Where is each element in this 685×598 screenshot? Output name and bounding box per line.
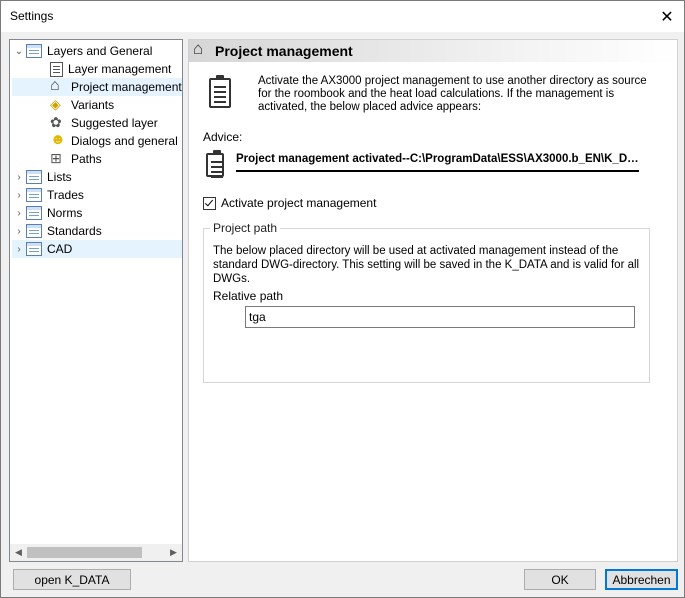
- close-button[interactable]: ✕: [650, 1, 684, 32]
- close-icon: ✕: [660, 8, 674, 26]
- list-icon: [26, 224, 42, 238]
- relative-path-label: Relative path: [213, 289, 284, 303]
- variants-icon: [50, 96, 66, 113]
- title-bar: Settings ✕: [1, 1, 684, 32]
- list-icon: [26, 188, 42, 202]
- activate-project-management-checkbox[interactable]: [203, 196, 216, 210]
- tree-item-standards[interactable]: › Standards: [12, 222, 102, 240]
- clipboard-icon: [209, 75, 231, 108]
- ok-button[interactable]: OK: [524, 569, 596, 590]
- tree-item-variants[interactable]: Variants: [50, 96, 114, 114]
- tree-item-label: Lists: [47, 170, 72, 184]
- checkbox-label[interactable]: Activate project management: [221, 196, 376, 210]
- tree-item-label: Dialogs and general: [71, 134, 178, 148]
- list-icon: [26, 170, 42, 184]
- collapse-arrow-icon[interactable]: ⌄: [12, 46, 26, 57]
- tree-item-suggested-layer[interactable]: Suggested layer: [50, 114, 158, 132]
- advice-underline: [236, 170, 639, 172]
- tree-item-layer-management[interactable]: Layer management: [50, 60, 171, 78]
- tree-item-label: Variants: [71, 98, 115, 112]
- window-title: Settings: [10, 9, 54, 23]
- tree-item-label: Paths: [71, 152, 102, 166]
- expand-arrow-icon[interactable]: ›: [12, 172, 26, 183]
- project-path-group: Project path The below placed directory …: [203, 221, 650, 383]
- document-icon: [50, 61, 63, 77]
- tree-item-label: CAD: [47, 242, 73, 256]
- house-icon: [50, 77, 66, 95]
- paths-icon: [50, 150, 66, 167]
- settings-window: Settings ✕ ⌄ Layers and General Layer ma…: [0, 0, 685, 598]
- scroll-left-icon[interactable]: ◀: [10, 544, 27, 561]
- relative-path-input[interactable]: [245, 306, 635, 328]
- tree-item-label: Trades: [47, 188, 84, 202]
- tree-item-project-management[interactable]: Project management: [12, 77, 182, 96]
- tree-item-trades[interactable]: › Trades: [12, 186, 84, 204]
- list-icon: [26, 44, 42, 58]
- panel-title: Project management: [215, 43, 353, 59]
- tree-item-label: Layers and General: [47, 44, 153, 58]
- tree-item-label: Suggested layer: [71, 116, 158, 130]
- scrollbar-thumb[interactable]: [27, 547, 142, 558]
- clipboard-icon: [206, 150, 224, 177]
- tree-item-lists[interactable]: › Lists: [12, 168, 72, 186]
- tree-item-label: Norms: [47, 206, 83, 220]
- group-title: Project path: [210, 221, 281, 235]
- tree-item-layers-and-general[interactable]: ⌄ Layers and General: [12, 42, 152, 60]
- tree-item-label: Project management: [71, 80, 182, 94]
- list-icon: [26, 206, 42, 220]
- tree-item-dialogs-and-general[interactable]: Dialogs and general: [50, 131, 178, 150]
- suggested-layer-icon: [50, 114, 66, 131]
- scroll-right-icon[interactable]: ▶: [165, 544, 182, 561]
- smiley-icon: [50, 131, 66, 148]
- expand-arrow-icon[interactable]: ›: [12, 208, 26, 219]
- advice-label: Advice:: [203, 130, 243, 144]
- expand-arrow-icon[interactable]: ›: [12, 190, 26, 201]
- list-icon: [26, 242, 42, 256]
- group-description: The below placed directory will be used …: [213, 245, 640, 285]
- house-icon: [193, 39, 209, 59]
- settings-tree[interactable]: ⌄ Layers and General Layer management Pr…: [9, 39, 183, 562]
- tree-item-norms[interactable]: › Norms: [12, 204, 82, 222]
- open-kdata-button[interactable]: open K_DATA: [13, 569, 131, 590]
- cancel-button[interactable]: Abbrechen: [605, 569, 678, 590]
- panel-header: Project management: [189, 39, 677, 62]
- settings-content-panel: Project management Activate the AX3000 p…: [188, 39, 678, 562]
- tree-item-paths[interactable]: Paths: [50, 150, 102, 168]
- tree-item-cad[interactable]: › CAD: [12, 240, 182, 258]
- advice-text: Project management activated--C:\Program…: [236, 153, 639, 165]
- expand-arrow-icon[interactable]: ›: [12, 226, 26, 237]
- tree-horizontal-scrollbar[interactable]: ◀ ▶: [10, 544, 182, 561]
- tree-item-label: Layer management: [68, 62, 172, 76]
- panel-description: Activate the AX3000 project management t…: [258, 75, 647, 113]
- tree-item-label: Standards: [47, 224, 102, 238]
- activate-project-management-checkbox-row[interactable]: Activate project management: [203, 196, 376, 210]
- expand-arrow-icon[interactable]: ›: [12, 244, 26, 255]
